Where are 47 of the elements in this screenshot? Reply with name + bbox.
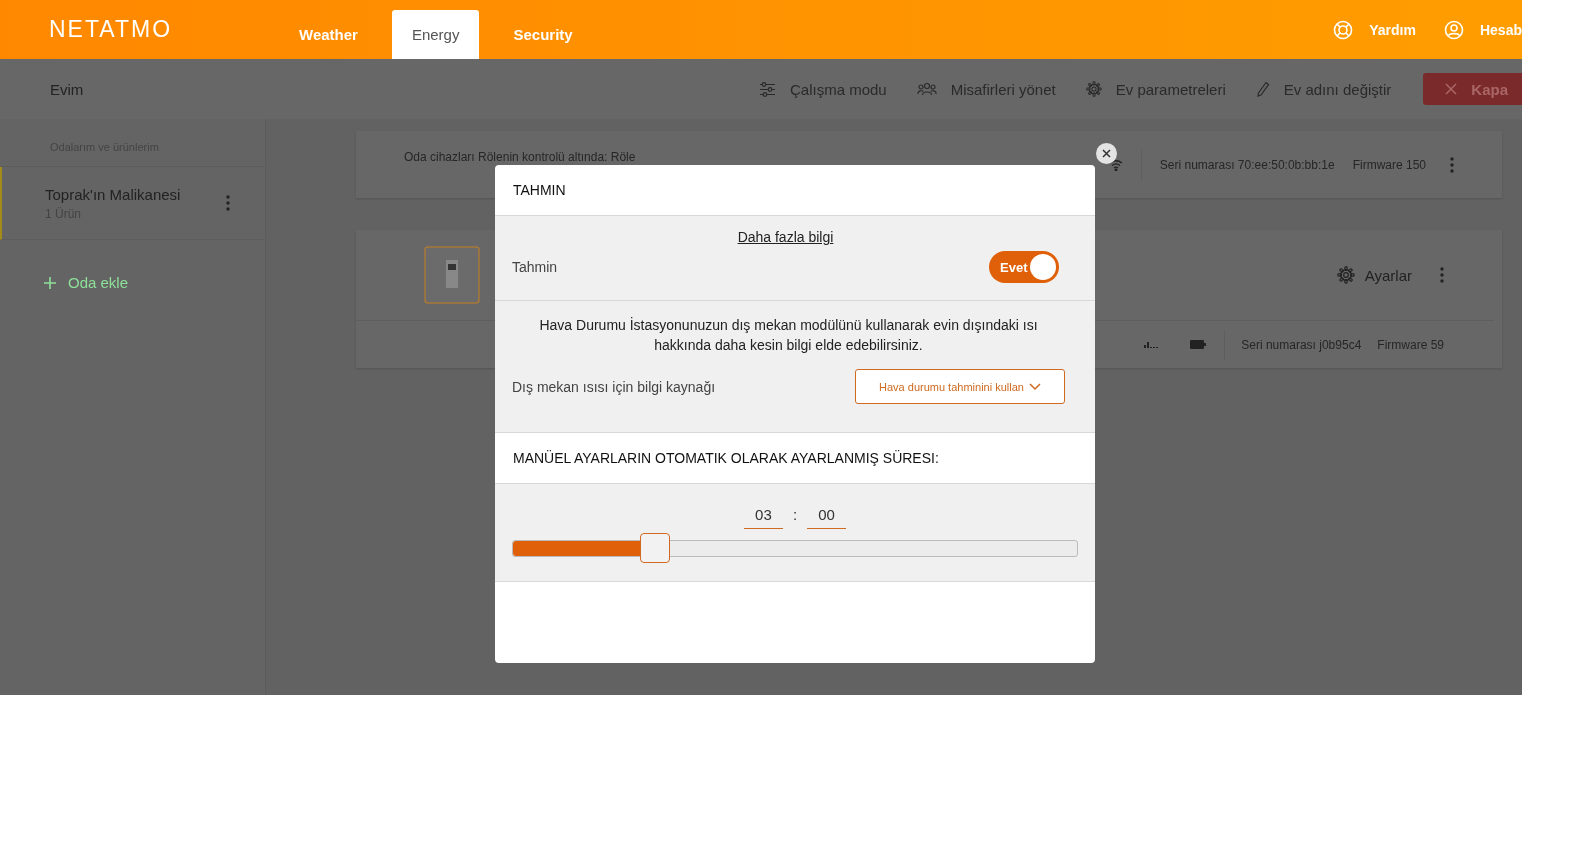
description-text: Hava Durumu İstasyonunuzun dış mekan modülünü kullanarak evin dışındaki ısı hakkında daha kesin bilgi elde edebilirsiniz. bbox=[538, 316, 1039, 355]
nav-tab[interactable]: Weather bbox=[279, 10, 378, 59]
source-label: Dış mekan ısısı için bilgi kaynağı bbox=[512, 378, 716, 395]
more-info-link[interactable]: Daha fazla bilgi bbox=[737, 229, 834, 245]
close-icon bbox=[1102, 149, 1111, 158]
people-icon bbox=[916, 82, 937, 96]
nav-tab[interactable]: Security bbox=[493, 10, 593, 59]
toolbar-button[interactable]: Çalışma modu bbox=[758, 80, 887, 98]
source-dropdown[interactable]: Hava durumu tahminini kullan bbox=[855, 369, 1065, 404]
settings-icon bbox=[1336, 266, 1355, 284]
thermostat-drawing bbox=[424, 246, 480, 304]
signal-icon bbox=[1144, 341, 1161, 348]
toggle-label: Tahmin bbox=[512, 259, 558, 275]
close-home-button[interactable]: Kapa bbox=[1423, 73, 1522, 105]
home-title: Evim bbox=[50, 80, 84, 98]
account-link[interactable]: Hesab bbox=[1443, 19, 1522, 40]
serial-number: Seri numarası j0b95c4 bbox=[1241, 337, 1362, 352]
logo: NETATMO bbox=[49, 16, 174, 43]
toolbar-button[interactable]: Ev parametreleri bbox=[1085, 80, 1226, 98]
nav-tab[interactable]: Energy bbox=[391, 10, 480, 59]
room-name: Toprak'ın Malikanesi bbox=[45, 185, 181, 203]
pencil-icon bbox=[1255, 81, 1270, 97]
add-room-button[interactable]: Oda ekle bbox=[44, 274, 129, 291]
toolbar-button[interactable]: Ev adını değiştir bbox=[1255, 80, 1392, 98]
more-options-icon bbox=[1440, 267, 1444, 283]
hours-field[interactable]: 03 bbox=[743, 500, 783, 529]
chevron-down-icon bbox=[1028, 382, 1041, 391]
settings-button[interactable]: Ayarlar bbox=[1336, 266, 1412, 284]
slider-thumb[interactable] bbox=[640, 533, 670, 563]
minutes-field[interactable]: 00 bbox=[807, 500, 847, 529]
more-options-icon bbox=[226, 195, 230, 211]
serial-number: Seri numarası 70:ee:50:0b:bb:1e bbox=[1159, 157, 1335, 172]
user-icon bbox=[1443, 19, 1464, 40]
toolbar-button[interactable]: Misafirleri yönet bbox=[916, 80, 1056, 98]
firmware-version: Firmware 150 bbox=[1352, 157, 1426, 172]
firmware-version: Firmware 59 bbox=[1377, 337, 1444, 352]
help-icon bbox=[1333, 19, 1354, 40]
help-link[interactable]: Yardım bbox=[1333, 19, 1416, 40]
settings-icon bbox=[1085, 81, 1102, 97]
close-icon bbox=[1445, 83, 1458, 95]
sliders-icon bbox=[758, 81, 776, 97]
more-options-icon bbox=[1450, 156, 1454, 173]
battery-icon bbox=[1190, 340, 1207, 349]
time-separator: : bbox=[792, 506, 798, 523]
toggle-switch[interactable]: Evet bbox=[989, 251, 1059, 283]
plus-icon bbox=[44, 276, 56, 289]
device-note: Oda cihazları Rölenin kontrolü altında: Röle bbox=[404, 149, 636, 164]
